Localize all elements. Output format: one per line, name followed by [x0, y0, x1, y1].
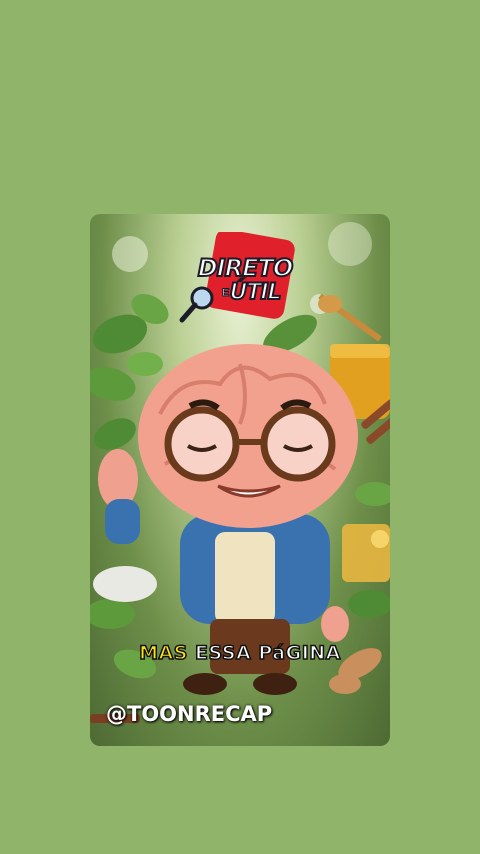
caption-highlight-word: MAS	[138, 641, 188, 665]
subtitle-caption: MAS ESSA PáGINA	[90, 641, 390, 665]
tea-glass	[342, 524, 390, 582]
creator-handle: @TOONRECAP	[106, 702, 273, 726]
magnifier-icon	[179, 286, 214, 323]
direto-e-util-logo: DIRETO E ÚTIL	[179, 232, 300, 323]
caption-rest: ESSA PáGINA	[194, 641, 341, 665]
video-frame: DIRETO E ÚTIL MAS ESSA PáGINA @TOONRECAP	[90, 214, 390, 746]
mortar-bowl	[93, 566, 157, 602]
logo-text-direto: DIRETO	[197, 253, 295, 283]
